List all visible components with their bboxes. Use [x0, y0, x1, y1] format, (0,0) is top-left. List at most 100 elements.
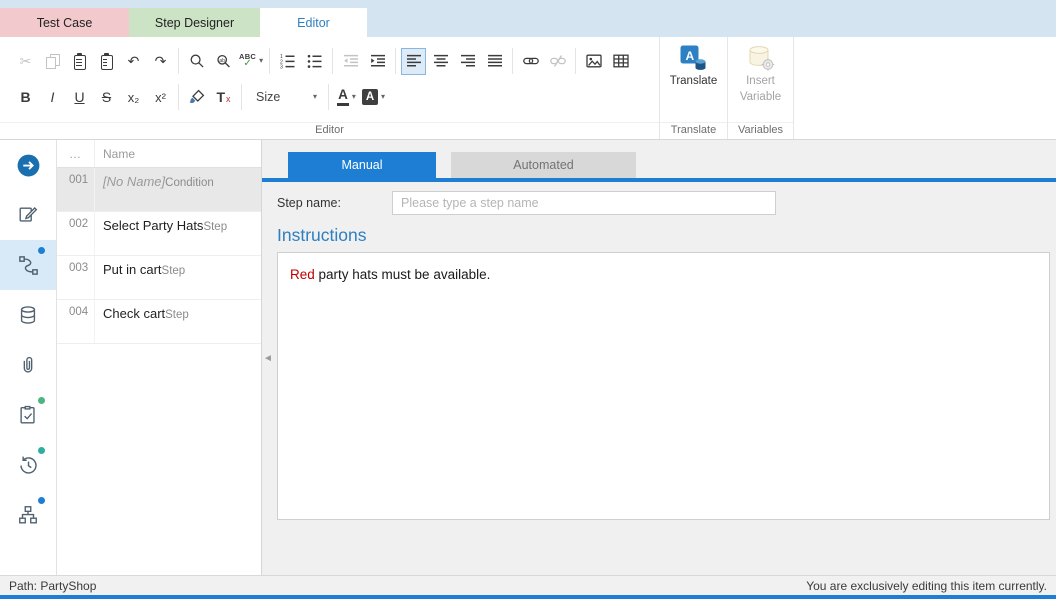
insert-variable-label-1: Insert — [746, 75, 775, 88]
underline-button[interactable]: U — [67, 84, 92, 111]
ribbon-group-editor: ✂ ↶ ↷ ab ABC✓▾ 123 — [0, 37, 660, 139]
step-row-2[interactable]: 002 Select Party HatsStep — [57, 212, 261, 256]
ribbon-row-2: B I U S x₂ x² Tx Size▾ A▾ A▾ — [12, 80, 659, 114]
insert-link-button[interactable] — [518, 48, 543, 75]
sidebar-item-history[interactable] — [0, 440, 56, 490]
step-number: 003 — [57, 256, 95, 299]
bottom-accent-bar — [0, 595, 1056, 599]
paste-icon — [74, 55, 86, 70]
image-icon — [586, 53, 602, 69]
sidebar-item-edit[interactable] — [0, 190, 56, 240]
instruction-text-highlight: Red — [290, 267, 315, 282]
sidebar-item-review[interactable] — [0, 390, 56, 440]
chevron-down-icon: ▾ — [259, 57, 263, 65]
ribbon-separator — [178, 84, 179, 110]
tab-test-case[interactable]: Test Case — [0, 8, 129, 37]
bullet-list-button[interactable] — [302, 48, 327, 75]
undo-button[interactable]: ↶ — [121, 48, 146, 75]
status-bar: Path: PartyShop You are exclusively edit… — [0, 575, 1056, 595]
font-color-button[interactable]: A▾ — [334, 84, 359, 111]
translate-button[interactable]: A Translate — [664, 40, 724, 88]
cut-button[interactable]: ✂ — [13, 48, 38, 75]
status-message: You are exclusively editing this item cu… — [806, 579, 1047, 593]
badge-dot — [38, 447, 45, 454]
tab-automated[interactable]: Automated — [451, 152, 636, 178]
ribbon-separator — [332, 48, 333, 74]
translate-button-label: Translate — [670, 75, 718, 88]
find-button[interactable] — [184, 48, 209, 75]
spell-check-button[interactable]: ABC✓▾ — [238, 48, 264, 75]
chevron-down-icon: ▾ — [313, 93, 317, 101]
review-checklist-icon — [17, 404, 39, 426]
justify-button[interactable] — [482, 48, 507, 75]
step-number: 004 — [57, 300, 95, 343]
svg-text:3: 3 — [280, 65, 283, 69]
clear-formatting-button[interactable]: Tx — [211, 84, 236, 111]
sidebar-item-hierarchy[interactable] — [0, 490, 56, 540]
instructions-editor[interactable]: Red party hats must be available. — [277, 252, 1050, 520]
decrease-indent-button[interactable] — [338, 48, 363, 75]
increase-indent-button[interactable] — [365, 48, 390, 75]
find-replace-button[interactable]: ab — [211, 48, 236, 75]
ribbon-separator — [269, 48, 270, 74]
bullet-list-icon — [307, 53, 323, 69]
chevron-down-icon: ▾ — [381, 93, 385, 101]
hierarchy-icon — [17, 504, 39, 526]
sidebar-item-go[interactable] — [0, 140, 56, 190]
undo-icon: ↶ — [128, 54, 140, 68]
format-painter-button[interactable] — [184, 84, 209, 111]
italic-button[interactable]: I — [40, 84, 65, 111]
subscript-icon: x₂ — [128, 91, 140, 104]
tab-step-designer[interactable]: Step Designer — [129, 8, 260, 37]
instruction-text: party hats must be available. — [315, 267, 491, 282]
svg-text:ab: ab — [219, 58, 225, 64]
instructions-heading: Instructions — [277, 225, 1056, 246]
mode-tabs: Manual Automated — [262, 140, 1056, 178]
font-size-dropdown[interactable]: Size ▾ — [248, 85, 322, 109]
step-row-3[interactable]: 003 Put in cartStep — [57, 256, 261, 300]
font-size-label: Size — [256, 90, 280, 104]
superscript-button[interactable]: x² — [148, 84, 173, 111]
step-name-row: Step name: — [277, 191, 1056, 215]
ribbon-separator — [241, 84, 242, 110]
numbered-list-button[interactable]: 123 — [275, 48, 300, 75]
tab-editor[interactable]: Editor — [260, 8, 367, 37]
clear-formatting-x: x — [226, 95, 231, 104]
svg-text:A: A — [686, 49, 695, 63]
step-row-4[interactable]: 004 Check cartStep — [57, 300, 261, 344]
ribbon-group-editor-label: Editor — [0, 122, 659, 139]
paste-button[interactable] — [67, 48, 92, 75]
strikethrough-button[interactable]: S — [94, 84, 119, 111]
highlight-color-button[interactable]: A▾ — [361, 84, 386, 111]
step-name-input[interactable] — [392, 191, 776, 215]
step-name: Put in cart — [103, 262, 162, 277]
sidebar-item-attachments[interactable] — [0, 340, 56, 390]
align-center-button[interactable] — [428, 48, 453, 75]
align-right-icon — [460, 53, 476, 69]
translate-icon: A — [679, 44, 707, 72]
step-row-1[interactable]: 001 [No Name]Condition — [57, 168, 261, 212]
bold-button[interactable]: B — [13, 84, 38, 111]
italic-icon: I — [51, 90, 55, 104]
tab-manual[interactable]: Manual — [288, 152, 436, 178]
ribbon-row-1: ✂ ↶ ↷ ab ABC✓▾ 123 — [12, 42, 659, 80]
insert-variable-button[interactable]: Insert Variable — [734, 40, 787, 104]
copy-button[interactable] — [40, 48, 65, 75]
sidebar-item-data[interactable] — [0, 290, 56, 340]
step-name: [No Name] — [103, 174, 165, 189]
align-left-button[interactable] — [401, 48, 426, 75]
redo-button[interactable]: ↷ — [148, 48, 173, 75]
options-column-header: … — [57, 140, 95, 167]
subscript-button[interactable]: x₂ — [121, 84, 146, 111]
insert-image-button[interactable] — [581, 48, 606, 75]
highlight-color-icon: A — [362, 89, 378, 105]
paste-text-button[interactable] — [94, 48, 119, 75]
insert-table-button[interactable] — [608, 48, 633, 75]
remove-link-button[interactable] — [545, 48, 570, 75]
align-left-icon — [406, 53, 422, 69]
sidebar-item-test-steps[interactable] — [0, 240, 56, 290]
collapse-panel-arrow[interactable]: ◄ — [263, 354, 273, 364]
step-name-label: Step name: — [277, 196, 392, 210]
align-right-button[interactable] — [455, 48, 480, 75]
superscript-icon: x² — [155, 91, 166, 104]
